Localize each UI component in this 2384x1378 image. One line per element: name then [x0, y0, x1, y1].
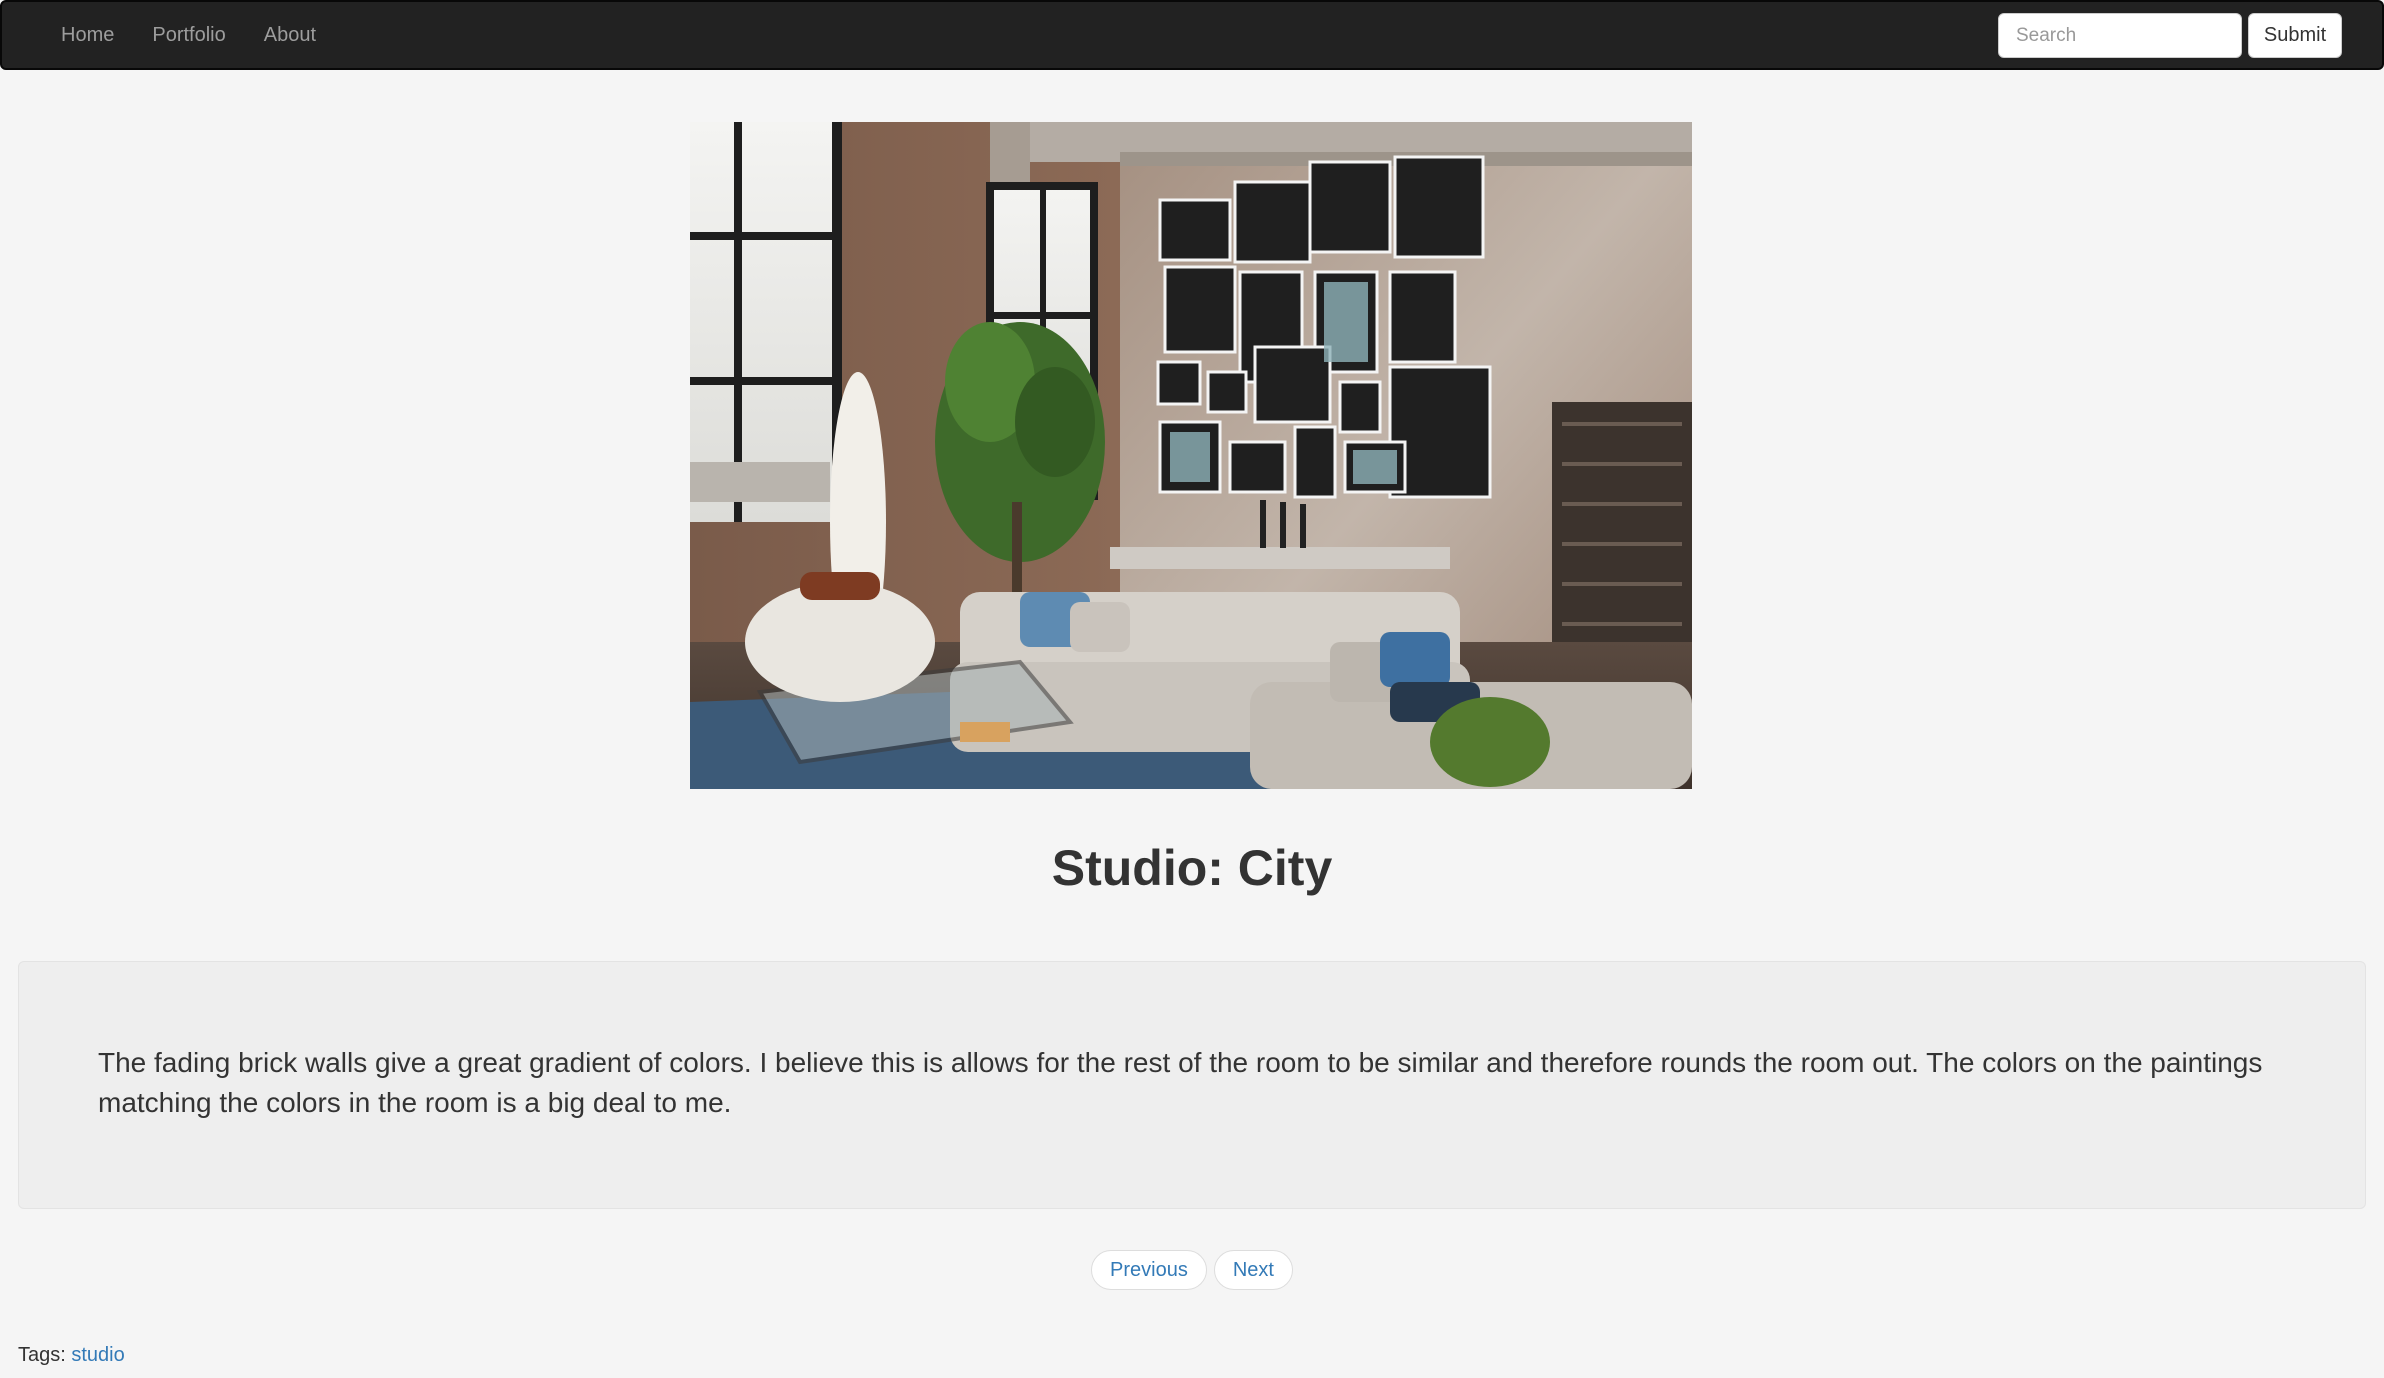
nav-portfolio-link[interactable]: Portfolio: [133, 2, 244, 68]
next-button[interactable]: Next: [1213, 1250, 1293, 1290]
previous-button[interactable]: Previous: [1091, 1250, 1207, 1290]
post-title: Studio: City: [1051, 840, 1333, 896]
tags-line: Tags: studio: [18, 1344, 125, 1367]
tags-prefix: Tags:: [18, 1344, 66, 1366]
post-description: The fading brick walls give a great grad…: [98, 1047, 2263, 1118]
top-navbar: Home Portfolio About Submit: [0, 0, 2384, 70]
studio-photo: [690, 122, 1692, 789]
pager: Previous Next: [0, 1250, 2384, 1290]
search-input[interactable]: [1998, 13, 2242, 58]
tag-link-studio[interactable]: studio: [71, 1344, 124, 1366]
nav-home-link[interactable]: Home: [42, 2, 133, 68]
nav-about-link[interactable]: About: [245, 2, 335, 68]
submit-button[interactable]: Submit: [2248, 13, 2342, 58]
description-panel: The fading brick walls give a great grad…: [18, 961, 2366, 1209]
search-form: Submit: [1998, 13, 2342, 58]
nav-links: Home Portfolio About: [42, 2, 335, 68]
